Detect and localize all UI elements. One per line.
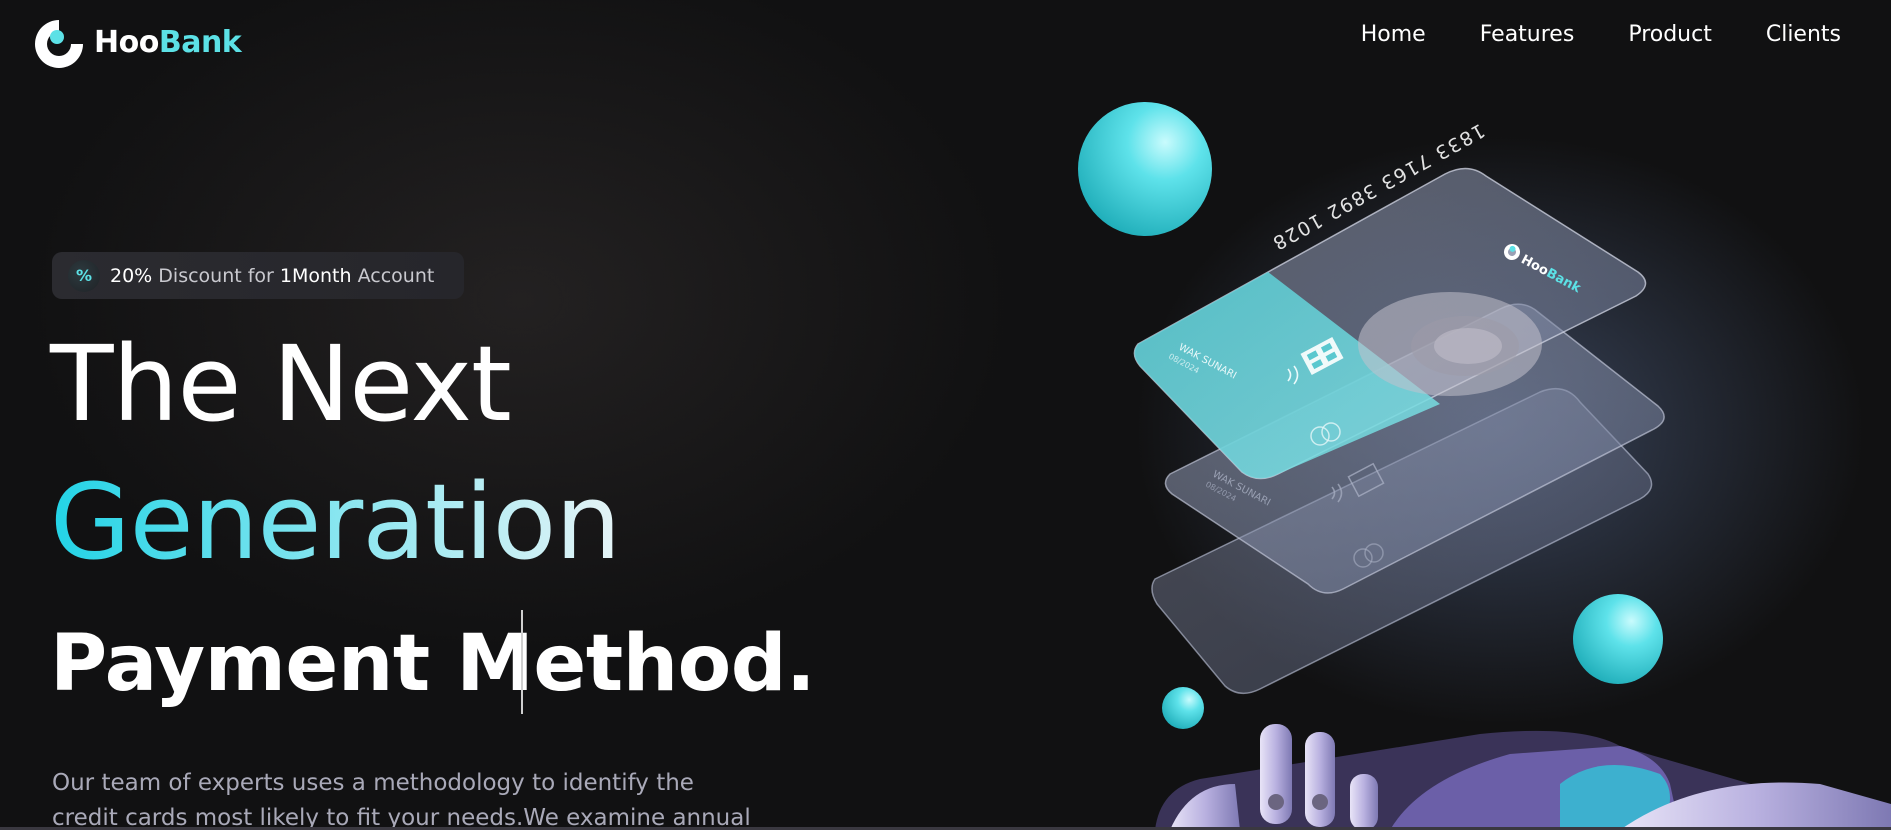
card-disc-core bbox=[1434, 328, 1502, 364]
nav-clients[interactable]: Clients bbox=[1766, 22, 1841, 47]
navbar: HooBank Home Features Product Clients bbox=[0, 0, 1891, 84]
nav-links: Home Features Product Clients bbox=[1361, 22, 1841, 47]
nav-product[interactable]: Product bbox=[1628, 22, 1712, 47]
text-cursor bbox=[521, 610, 523, 714]
discount-badge: % 20% Discount for 1Month Account bbox=[52, 252, 464, 299]
hero-heading-line3: Payment Method. bbox=[50, 619, 816, 709]
discount-text: 20% Discount for 1Month Account bbox=[110, 265, 434, 287]
discount-duration: 1Month bbox=[279, 264, 352, 287]
brand-name: HooBank bbox=[94, 24, 242, 60]
hero-paragraph: Our team of experts uses a methodology t… bbox=[52, 770, 751, 830]
nav-home[interactable]: Home bbox=[1361, 22, 1426, 47]
sphere-small bbox=[1162, 687, 1204, 729]
nav-features[interactable]: Features bbox=[1480, 22, 1575, 47]
discount-text-2: Account bbox=[357, 264, 435, 287]
discount-value: 20% bbox=[110, 264, 153, 287]
robot-hand bbox=[1155, 724, 1891, 830]
hero-heading-line1: The Next bbox=[50, 323, 512, 445]
discount-text-1: Discount for bbox=[158, 264, 274, 287]
sphere-large bbox=[1078, 102, 1212, 236]
hero-illustration: WAK SUNARI 08/2024 1833 7163 3892 1028 H… bbox=[1078, 102, 1891, 830]
brand-logo[interactable]: HooBank bbox=[30, 8, 270, 76]
percent-icon: % bbox=[68, 259, 100, 292]
hero-heading-line2: Generation bbox=[50, 461, 621, 583]
hoobank-logo-icon bbox=[35, 20, 85, 68]
sphere-medium bbox=[1573, 594, 1663, 684]
